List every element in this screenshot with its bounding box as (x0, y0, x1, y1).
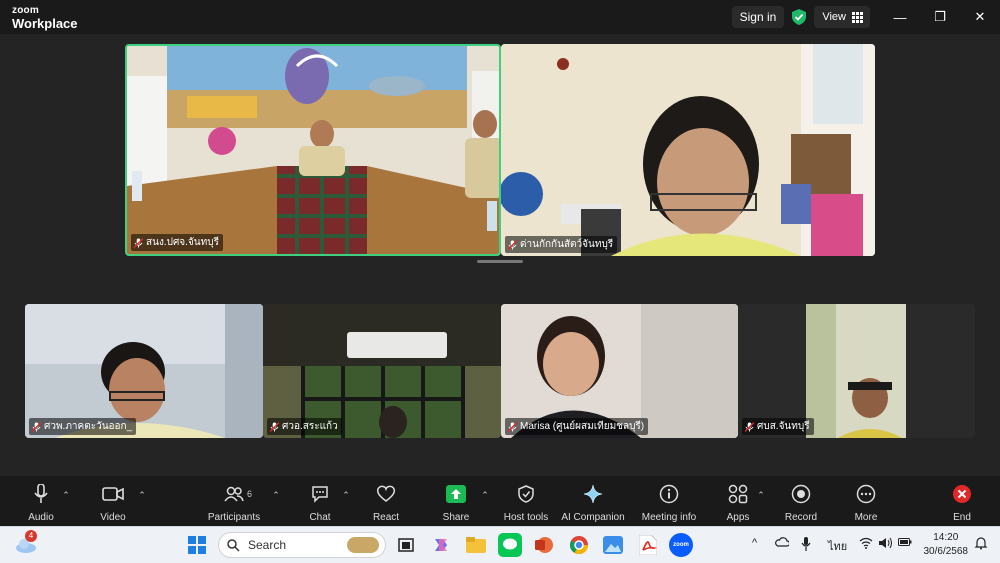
volume-icon[interactable] (878, 537, 892, 552)
video-tile-1[interactable]: สนง.ปศจ.จันทบุรี (125, 44, 501, 256)
view-label: View (822, 11, 846, 23)
muted-mic-icon (745, 421, 754, 432)
zoom-logo: zoom Workplace (12, 5, 78, 31)
chrome-icon[interactable] (567, 533, 591, 557)
minimize-button[interactable]: — (880, 0, 920, 34)
end-label: End (953, 512, 971, 523)
participants-label: Participants (207, 512, 261, 523)
video-tile-2[interactable]: ด่านกักกันสัตว์จันทบุรี (501, 44, 875, 256)
participant-name: ศบส.จันทบุรี (757, 421, 810, 432)
name-label: สนง.ปศจ.จันทบุรี (131, 234, 223, 251)
video-button[interactable]: Video (73, 482, 153, 524)
windows-taskbar: 4 Search zoom ^ ไทย 14:20 30/6/2568 (0, 526, 1000, 563)
name-label: ศวอ.สระแก้ว (267, 418, 342, 435)
audio-button[interactable]: Audio (1, 482, 81, 524)
video-options-caret[interactable]: ⌃ (136, 490, 148, 500)
share-button[interactable]: Share (416, 482, 496, 524)
video-tile-6[interactable]: ศบส.จันทบุรี (738, 304, 975, 438)
acrobat-icon[interactable] (636, 533, 660, 557)
ai-companion-button[interactable]: AI Companion (553, 482, 633, 524)
restore-button[interactable]: ❐ (920, 0, 960, 34)
zoom-app-icon[interactable]: zoom (669, 533, 693, 557)
muted-mic-icon (32, 421, 41, 432)
encryption-shield-icon[interactable] (790, 6, 808, 28)
meeting-info-button[interactable]: Meeting info (629, 482, 709, 524)
gallery-resize-handle[interactable] (477, 260, 523, 263)
copilot-icon[interactable] (429, 533, 453, 557)
participant-name: สนง.ปศจ.จันทบุรี (146, 237, 219, 248)
meeting-toolbar: Audio ⌃ Video ⌃ Participants 6 ⌃ Chat ⌃ … (0, 476, 1000, 526)
view-button[interactable]: View (814, 6, 870, 28)
brand-bottom: Workplace (12, 16, 78, 31)
participant-name: ด่านกักกันสัตว์จันทบุรี (520, 239, 614, 250)
participants-count: 6 (247, 489, 253, 499)
end-call-icon (922, 482, 1000, 506)
line-app-icon[interactable] (498, 533, 522, 557)
onedrive-icon[interactable] (775, 537, 791, 550)
video-tile-3[interactable]: ศวพ.ภาคตะวันออก_ (25, 304, 263, 438)
clock-date: 30/6/2568 (923, 546, 969, 557)
participant-name: ศวพ.ภาคตะวันออก_ (44, 421, 133, 432)
more-button[interactable]: More (826, 482, 906, 524)
muted-mic-icon (270, 421, 279, 432)
powerpoint-icon[interactable] (532, 533, 556, 557)
grid-icon (852, 12, 863, 23)
sparkle-icon (553, 482, 633, 506)
audio-options-caret[interactable]: ⌃ (60, 490, 72, 500)
show-hidden-icons-chevron[interactable]: ^ (752, 537, 757, 549)
sign-in-label: Sign in (739, 10, 777, 24)
photos-app-icon[interactable] (601, 533, 625, 557)
participants-button[interactable]: Participants (194, 482, 274, 524)
video-frame-meeting-room (127, 46, 499, 254)
weather-badge: 4 (25, 530, 37, 542)
meeting-info-label: Meeting info (641, 512, 697, 523)
wifi-icon[interactable] (859, 537, 873, 552)
participants-icon (194, 482, 274, 506)
name-label: ศบส.จันทบุรี (742, 418, 814, 435)
video-label: Video (100, 512, 126, 523)
notifications-icon[interactable] (974, 536, 988, 553)
name-label: ด่านกักกันสัตว์จันทบุรี (505, 236, 618, 253)
participant-name: ศวอ.สระแก้ว (282, 421, 338, 432)
sign-in-button[interactable]: Sign in (731, 6, 785, 28)
audio-label: Audio (28, 512, 54, 523)
video-tile-5[interactable]: Marisa (ศูนย์ผสมเทียมชลบุรี) (501, 304, 738, 438)
zoom-app-icon-label: zoom (673, 542, 689, 548)
info-icon (629, 482, 709, 506)
task-view-icon[interactable] (394, 533, 418, 557)
heart-icon (346, 482, 426, 506)
start-windows-icon[interactable] (185, 533, 209, 557)
react-label: React (372, 512, 400, 523)
ai-companion-label: AI Companion (561, 512, 625, 523)
taskbar-search[interactable]: Search (218, 532, 386, 558)
system-clock[interactable]: 14:20 30/6/2568 (924, 531, 969, 559)
file-explorer-icon[interactable] (464, 533, 488, 557)
search-highlight-image (347, 537, 379, 553)
input-language[interactable]: ไทย (828, 537, 847, 555)
name-label: Marisa (ศูนย์ผสมเทียมชลบุรี) (505, 418, 649, 435)
search-icon (227, 538, 240, 552)
end-button[interactable]: End (922, 482, 1000, 524)
muted-mic-icon (134, 237, 143, 248)
more-dots-icon (826, 482, 906, 506)
video-frame-woman (501, 44, 875, 256)
title-bar: zoom Workplace Sign in View — ❐ ✕ (0, 0, 1000, 34)
participant-name: Marisa (ศูนย์ผสมเทียมชลบุรี) (520, 421, 645, 432)
close-window-button[interactable]: ✕ (960, 0, 1000, 34)
tray-microphone-icon[interactable] (801, 537, 811, 554)
clock-time: 14:20 (933, 532, 959, 543)
brand-top: zoom (12, 5, 39, 16)
name-label: ศวพ.ภาคตะวันออก_ (29, 418, 137, 435)
more-label: More (854, 512, 878, 523)
muted-mic-icon (508, 239, 517, 250)
video-gallery: สนง.ปศจ.จันทบุรี ด่านกักกันสัตว์จันทบุรี (0, 34, 1000, 476)
share-label: Share (442, 512, 470, 523)
react-button[interactable]: React (346, 482, 426, 524)
search-placeholder: Search (248, 538, 287, 552)
muted-mic-icon (508, 421, 517, 432)
video-tile-4[interactable]: ศวอ.สระแก้ว (263, 304, 501, 438)
battery-icon[interactable] (898, 537, 912, 550)
